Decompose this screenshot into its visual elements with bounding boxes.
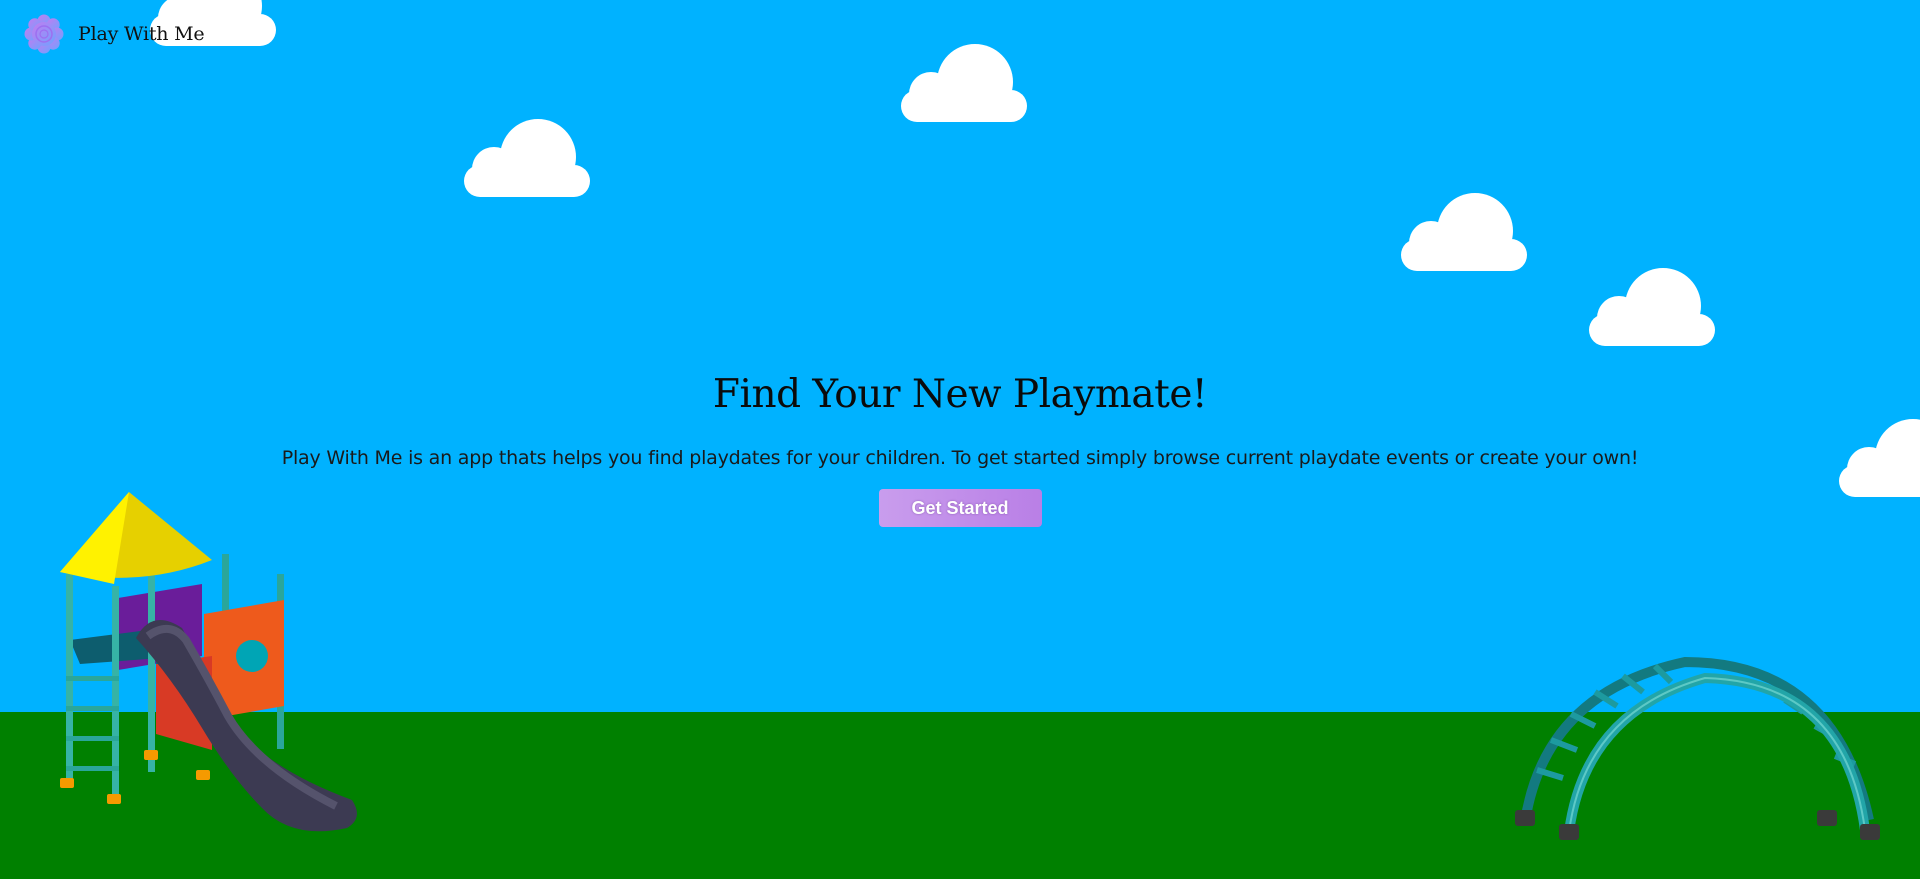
cloud-icon	[464, 119, 590, 197]
hero-section: Find Your New Playmate! Play With Me is …	[0, 372, 1920, 527]
app-logo[interactable]: Play With Me	[24, 14, 205, 54]
playground-slide-illustration	[60, 492, 357, 832]
app-name: Play With Me	[78, 23, 205, 45]
hero-description: Play With Me is an app thats helps you f…	[281, 447, 1639, 469]
cloud-icon	[1401, 193, 1527, 271]
cloud-icon	[901, 44, 1027, 122]
flower-icon	[24, 14, 64, 54]
cloud-icon	[1589, 268, 1715, 346]
hero-title: Find Your New Playmate!	[712, 372, 1208, 417]
climbing-dome-illustration	[1515, 656, 1880, 840]
get-started-button[interactable]: Get Started	[878, 489, 1042, 527]
